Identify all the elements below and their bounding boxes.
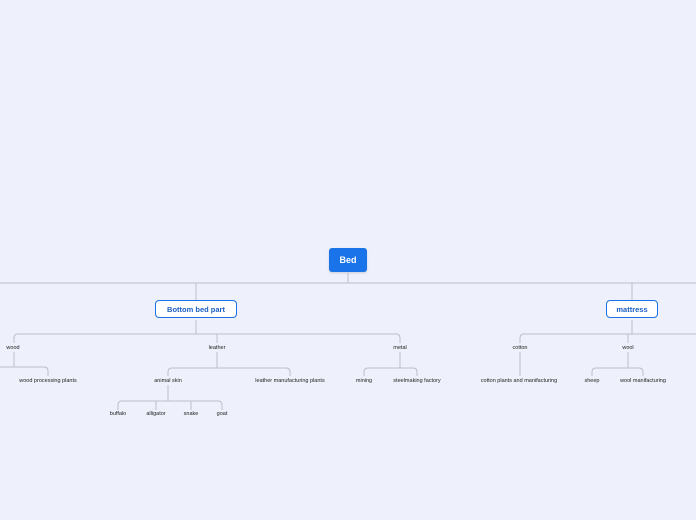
leather-node[interactable]: leather	[209, 345, 226, 351]
steelmaking-factory-node[interactable]: steelmaking factory	[393, 378, 440, 384]
connector	[368, 367, 418, 376]
wool-node[interactable]: wool	[622, 345, 633, 351]
root-node[interactable]: Bed	[329, 248, 367, 272]
connector	[519, 333, 525, 343]
snake-node[interactable]: snake	[184, 411, 199, 417]
mining-node[interactable]: mining	[356, 378, 372, 384]
cotton-node[interactable]: cotton	[513, 345, 528, 351]
connector	[596, 367, 644, 376]
connector	[18, 333, 401, 343]
cotton-plants-node[interactable]: cotton plants and manifacturing	[481, 378, 557, 384]
connector	[363, 367, 369, 376]
mind-map-canvas: Bed Bottom bed part mattress wood wood p…	[0, 0, 696, 520]
sheep-node[interactable]: sheep	[585, 378, 600, 384]
animal-skin-node[interactable]: animal skin	[154, 378, 182, 384]
wood-processing-plants-node[interactable]: wood processing plants	[19, 378, 76, 384]
connector	[13, 333, 19, 343]
connector	[172, 367, 291, 376]
goat-node[interactable]: goat	[217, 411, 228, 417]
connector	[591, 367, 597, 376]
connector	[122, 400, 223, 410]
wood-node[interactable]: wood	[6, 345, 19, 351]
connector	[0, 366, 49, 376]
connector	[117, 400, 123, 410]
metal-node[interactable]: metal	[393, 345, 406, 351]
alligator-node[interactable]: alligator	[146, 411, 165, 417]
buffalo-node[interactable]: buffalo	[110, 411, 126, 417]
bottom-bed-part-node[interactable]: Bottom bed part	[155, 300, 237, 318]
mattress-node[interactable]: mattress	[606, 300, 658, 318]
connector	[167, 367, 173, 376]
wool-manufacturing-node[interactable]: wool manifacturing	[620, 378, 666, 384]
leather-manufacturing-plants-node[interactable]: leather manufacturing plants	[255, 378, 324, 384]
